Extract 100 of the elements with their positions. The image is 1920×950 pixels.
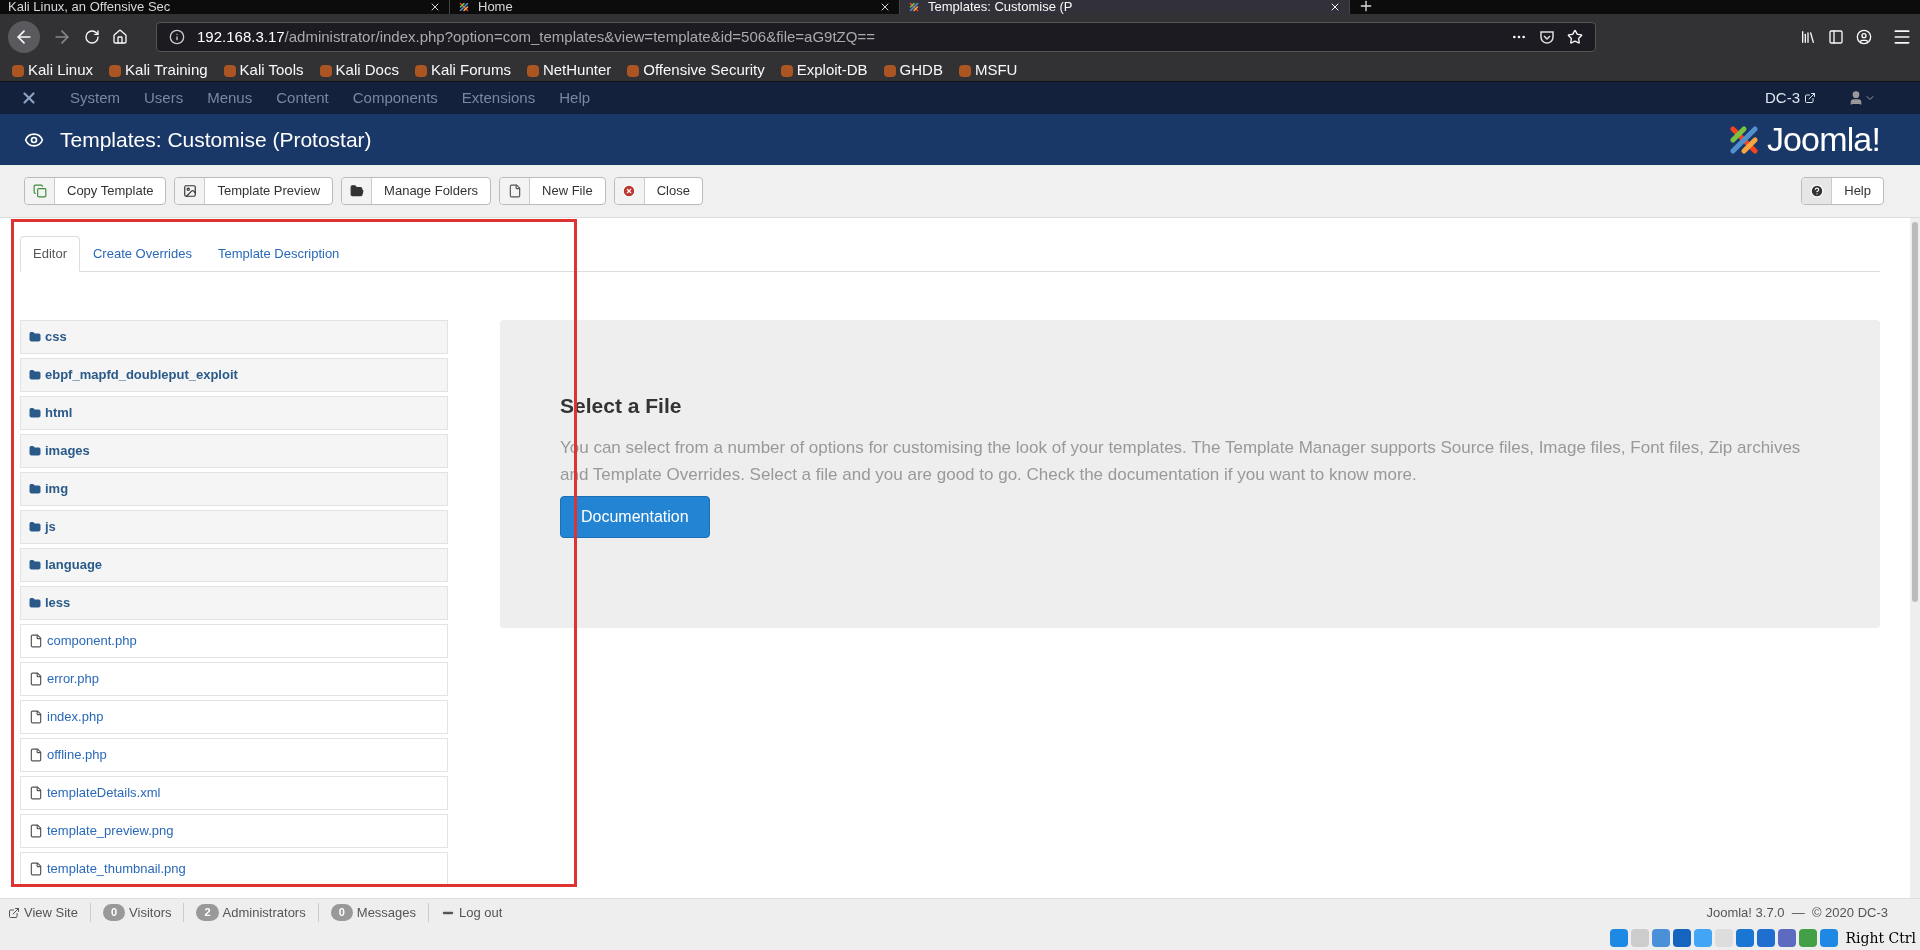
folder-name: images <box>45 442 90 461</box>
page-title: Templates: Customise (Protostar) <box>60 126 372 153</box>
folder-name: ebpf_mapfd_doubleput_exploit <box>45 366 238 385</box>
folder-item[interactable]: images <box>20 434 448 468</box>
editor-tab[interactable]: Editor <box>20 236 80 272</box>
reload-icon[interactable] <box>84 29 100 45</box>
toolbar-button[interactable]: Template Preview <box>174 177 334 205</box>
folder-name: less <box>45 594 71 613</box>
logout-link[interactable]: Log out <box>428 902 503 923</box>
file-icon <box>29 824 43 838</box>
close-icon[interactable] <box>429 1 441 13</box>
toolbar-button[interactable]: Copy Template <box>24 177 167 205</box>
site-link[interactable]: DC-3 <box>1765 86 1816 110</box>
admin-menu-item[interactable]: Extensions <box>461 86 536 110</box>
bookmark-link[interactable]: Kali Forums <box>414 59 511 82</box>
bookmark-link[interactable]: Kali Training <box>109 59 208 82</box>
folder-name: css <box>45 328 67 347</box>
vm-status-icon[interactable] <box>1610 929 1629 947</box>
external-link-icon <box>1804 92 1816 104</box>
file-item[interactable]: template_thumbnail.png <box>20 852 448 886</box>
documentation-button[interactable]: Documentation <box>560 495 710 538</box>
folder-item[interactable]: language <box>20 548 448 582</box>
folder-name: html <box>45 404 73 423</box>
file-icon <box>29 862 43 876</box>
admin-menu-item[interactable]: Users <box>144 86 184 110</box>
file-icon <box>29 710 43 724</box>
menu-icon[interactable] <box>1892 27 1912 47</box>
vm-status-icon[interactable] <box>1757 929 1776 947</box>
close-icon[interactable] <box>879 1 891 13</box>
file-item[interactable]: offline.php <box>20 738 448 772</box>
toolbar-button[interactable]: Close <box>613 177 703 205</box>
user-icon <box>1848 90 1864 106</box>
count-badge: 0 <box>102 904 126 921</box>
bookmark-link[interactable]: Exploit-DB <box>780 59 868 82</box>
bookmark-link[interactable]: GHDB <box>883 59 943 82</box>
folder-item[interactable]: img <box>20 472 448 506</box>
folder-name: js <box>45 518 56 537</box>
bookmark-link[interactable]: MSFU <box>958 59 1018 82</box>
host-key-text: Right Ctrl <box>1845 928 1916 948</box>
account-icon[interactable] <box>1856 29 1872 45</box>
folder-icon <box>29 407 41 419</box>
version-text: Joomla! 3.7.0 — © 2020 DC-3 <box>1706 903 1888 922</box>
toolbar-button[interactable]: New File <box>499 177 606 205</box>
file-name: component.php <box>47 632 137 651</box>
bookmark-link[interactable]: Kali Tools <box>223 59 304 82</box>
star-icon[interactable] <box>1567 29 1583 45</box>
status-label[interactable]: Administrators <box>222 902 306 923</box>
vm-status-icon[interactable] <box>1736 929 1755 947</box>
user-menu[interactable] <box>1848 90 1876 106</box>
admin-menu-item[interactable]: Help <box>559 86 591 110</box>
help-icon <box>1809 184 1824 198</box>
status-label[interactable]: Visitors <box>129 902 172 923</box>
browser-tab[interactable]: Templates: Customise (P <box>900 0 1350 14</box>
toolbar-button[interactable]: Manage Folders <box>341 177 492 205</box>
info-icon[interactable] <box>169 29 185 45</box>
admin-menu-item[interactable]: Components <box>352 86 438 110</box>
vm-status-icon[interactable] <box>1820 929 1839 947</box>
folder-name: language <box>45 556 103 575</box>
close-icon[interactable] <box>1329 1 1341 13</box>
folder-item[interactable]: js <box>20 510 448 544</box>
view-site-link[interactable]: View Site <box>8 902 78 923</box>
address-bar[interactable]: 192.168.3.17/administrator/index.php?option=com_templates&view=template&id=506&file=aG9tZQ== <box>156 22 1596 52</box>
editor-tab[interactable]: Template Description <box>204 236 353 272</box>
bookmark-link[interactable]: Kali Linux <box>12 59 94 82</box>
bookmark-link[interactable]: Kali Docs <box>319 59 399 82</box>
copy-icon <box>32 184 47 198</box>
file-item[interactable]: error.php <box>20 662 448 696</box>
pocket-icon[interactable] <box>1539 29 1555 45</box>
sidebar-icon[interactable] <box>1828 29 1844 45</box>
folder-icon <box>29 445 41 457</box>
vm-status-icon[interactable] <box>1778 929 1797 947</box>
file-icon <box>29 748 43 762</box>
bookmark-link[interactable]: Offensive Security <box>627 59 765 82</box>
folder-icon <box>29 521 41 533</box>
folder-item[interactable]: html <box>20 396 448 430</box>
file-name: templateDetails.xml <box>47 784 161 803</box>
vm-status-icon[interactable] <box>1652 929 1671 947</box>
file-item[interactable]: template_preview.png <box>20 814 448 848</box>
folder-item[interactable]: css <box>20 320 448 354</box>
folder-item[interactable]: ebpf_mapfd_doubleput_exploit <box>20 358 448 392</box>
bookmark-link[interactable]: NetHunter <box>526 59 612 82</box>
editor-tab[interactable]: Create Overrides <box>79 236 205 272</box>
vm-status-icon[interactable] <box>1673 929 1692 947</box>
admin-menu-item[interactable]: Content <box>276 86 329 110</box>
admin-menu-item[interactable]: System <box>70 86 120 110</box>
vm-status-icon[interactable] <box>1799 929 1818 947</box>
file-item[interactable]: component.php <box>20 624 448 658</box>
help-button[interactable]: Help <box>1801 177 1884 205</box>
file-item[interactable]: templateDetails.xml <box>20 776 448 810</box>
home-icon[interactable] <box>112 29 128 45</box>
library-icon[interactable] <box>1800 29 1816 45</box>
new-tab-icon[interactable] <box>1358 0 1374 14</box>
back-button[interactable] <box>8 21 40 53</box>
scrollbar[interactable] <box>1910 218 1920 898</box>
count-badge: 2 <box>196 904 219 921</box>
status-label[interactable]: Messages <box>356 902 417 923</box>
folder-item[interactable]: less <box>20 586 448 620</box>
image-icon <box>183 184 197 198</box>
file-item[interactable]: index.php <box>20 700 448 734</box>
admin-menu-item[interactable]: Menus <box>207 86 253 110</box>
